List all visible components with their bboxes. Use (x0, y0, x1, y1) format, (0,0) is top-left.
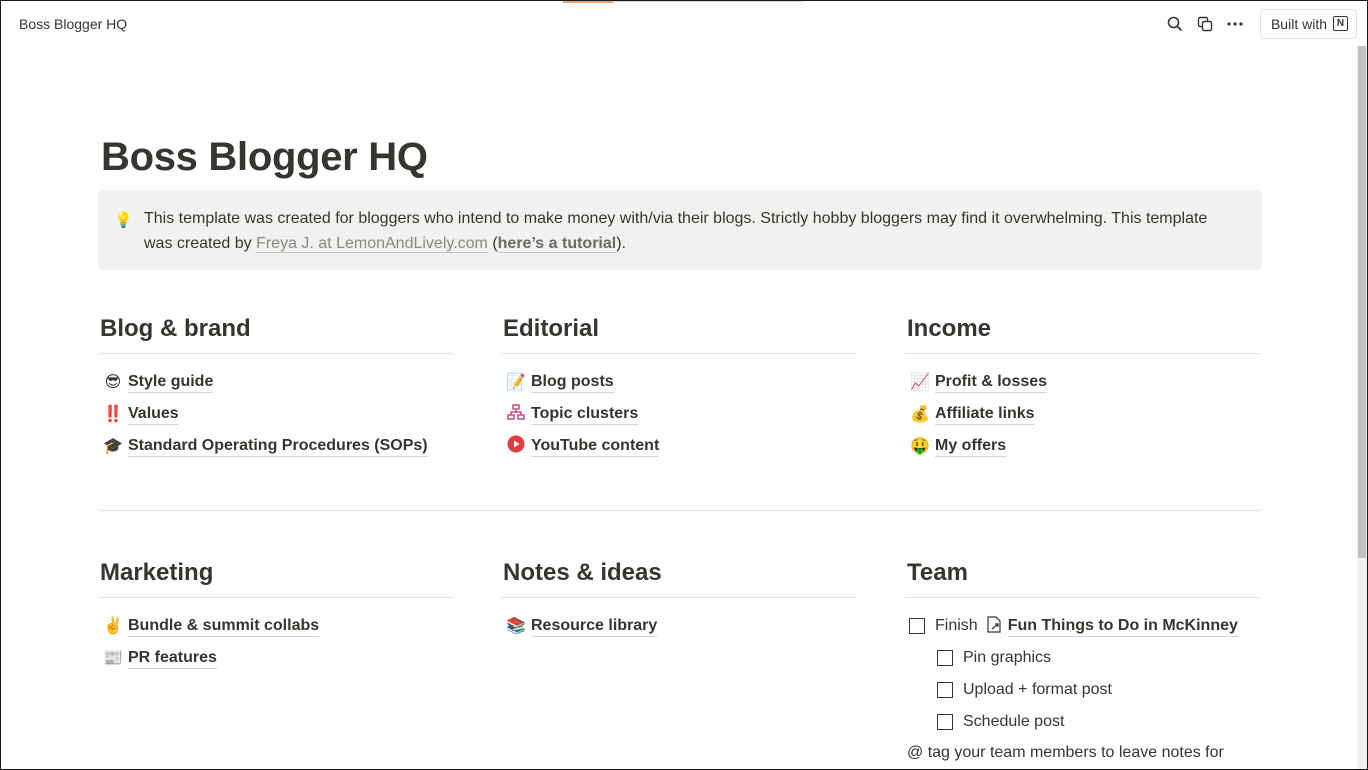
link-affiliate-links[interactable]: 💰 Affiliate links (905, 398, 1261, 430)
newspaper-icon: 📰 (103, 650, 123, 667)
subtodo-item: Schedule post (905, 706, 1261, 738)
link-values[interactable]: ‼️ Values (98, 398, 454, 430)
heading-divider (905, 597, 1261, 598)
link-my-offers[interactable]: 🤑 My offers (905, 430, 1261, 462)
sunglasses-icon: 😎 (104, 374, 122, 391)
books-icon: 📚 (506, 618, 526, 635)
top-bar: Boss Blogger HQ Built with N (1, 1, 1367, 46)
section-marketing: Marketing ✌️ Bundle & summit collabs 📰 P… (98, 553, 454, 674)
page-link-icon (986, 615, 1002, 637)
notion-page-window: Boss Blogger HQ Built with N Boss Blogge… (0, 0, 1368, 770)
section-heading: Marketing (100, 559, 214, 586)
memo-icon: 📝 (506, 374, 526, 391)
top-actions: Built with N (1160, 1, 1357, 46)
link-label: PR features (128, 648, 217, 669)
link-label: Style guide (128, 372, 214, 393)
link-youtube-content[interactable]: YouTube content (501, 430, 857, 462)
more-icon[interactable] (1220, 9, 1250, 39)
section-notes-ideas: Notes & ideas 📚 Resource library (501, 553, 857, 642)
lightbulb-icon: 💡 (114, 212, 133, 229)
loading-accent (563, 1, 613, 3)
team-note: @ tag your team members to leave notes f… (907, 744, 1224, 761)
hierarchy-icon (505, 403, 527, 425)
section-blog-brand: Blog & brand 😎 Style guide ‼️ Values 🎓 S… (98, 309, 454, 462)
link-style-guide[interactable]: 😎 Style guide (98, 366, 454, 398)
section-heading: Notes & ideas (503, 559, 662, 586)
heading-divider (98, 353, 454, 354)
play-icon (505, 435, 527, 458)
todo-label: Schedule post (963, 713, 1065, 730)
link-bundle-collabs[interactable]: ✌️ Bundle & summit collabs (98, 610, 454, 642)
section-team: Team Finish Fun Things to Do in McKinney… (905, 553, 1261, 762)
todo-prefix: Finish (935, 617, 978, 634)
todo-finish-post: Finish Fun Things to Do in McKinney (905, 610, 1261, 642)
link-blog-posts[interactable]: 📝 Blog posts (501, 366, 857, 398)
callout-text-after: ). (616, 235, 626, 252)
heading-divider (98, 597, 454, 598)
link-label: Profit & losses (935, 372, 1048, 393)
link-label: Bundle & summit collabs (128, 616, 320, 637)
section-heading: Team (907, 559, 968, 586)
todo-checkbox[interactable] (937, 714, 953, 730)
subtodo-item: Pin graphics (905, 642, 1261, 674)
callout-text-middle: ( (487, 235, 498, 252)
tutorial-link[interactable]: here’s a tutorial (497, 235, 617, 253)
todo-checkbox[interactable] (909, 618, 925, 634)
link-label: Values (128, 404, 179, 425)
duplicate-icon[interactable] (1190, 9, 1220, 39)
money-mouth-face-icon: 🤑 (910, 438, 930, 455)
page-title: Boss Blogger HQ (101, 135, 428, 179)
built-with-notion-button[interactable]: Built with N (1259, 8, 1357, 39)
link-label: My offers (935, 436, 1007, 457)
link-label: Standard Operating Procedures (SOPs) (128, 436, 428, 457)
breadcrumb[interactable]: Boss Blogger HQ (19, 16, 127, 32)
link-label: Blog posts (531, 372, 614, 393)
heading-divider (905, 353, 1261, 354)
link-label: Affiliate links (935, 404, 1035, 425)
notion-logo-icon: N (1333, 16, 1348, 31)
scrollbar[interactable] (1357, 46, 1367, 769)
built-with-label: Built with (1270, 15, 1327, 32)
todo-checkbox[interactable] (937, 650, 953, 666)
link-sops[interactable]: 🎓 Standard Operating Procedures (SOPs) (98, 430, 454, 462)
loading-track (613, 1, 803, 2)
todo-label: Upload + format post (963, 681, 1112, 698)
double-exclamation-icon: ‼️ (103, 406, 123, 423)
victory-hand-icon: ✌️ (103, 618, 123, 635)
subtodo-item: Upload + format post (905, 674, 1261, 706)
link-profit-losses[interactable]: 📈 Profit & losses (905, 366, 1261, 398)
search-icon[interactable] (1160, 9, 1190, 39)
heading-divider (501, 597, 857, 598)
link-topic-clusters[interactable]: Topic clusters (501, 398, 857, 430)
heading-divider (501, 353, 857, 354)
link-label: YouTube content (531, 436, 660, 457)
section-income: Income 📈 Profit & losses 💰 Affiliate lin… (905, 309, 1261, 462)
intro-callout: 💡 This template was created for bloggers… (98, 190, 1262, 270)
author-link[interactable]: Freya J. at LemonAndLively.com (256, 235, 488, 253)
link-pr-features[interactable]: 📰 PR features (98, 642, 454, 674)
mention-page-link[interactable]: Fun Things to Do in McKinney (1007, 616, 1238, 637)
money-bag-icon: 💰 (910, 406, 930, 423)
chart-increasing-icon: 📈 (910, 374, 930, 391)
link-label: Resource library (531, 616, 658, 637)
todo-checkbox[interactable] (937, 682, 953, 698)
link-resource-library[interactable]: 📚 Resource library (501, 610, 857, 642)
link-label: Topic clusters (531, 404, 639, 425)
scrollbar-thumb[interactable] (1358, 46, 1366, 558)
section-editorial: Editorial 📝 Blog posts Topic clusters Yo… (501, 309, 857, 462)
section-heading: Editorial (503, 315, 600, 342)
todo-label: Pin graphics (963, 649, 1052, 666)
section-heading: Blog & brand (100, 315, 251, 342)
section-heading: Income (907, 315, 992, 342)
graduation-cap-icon: 🎓 (103, 438, 123, 455)
section-divider (98, 510, 1262, 511)
